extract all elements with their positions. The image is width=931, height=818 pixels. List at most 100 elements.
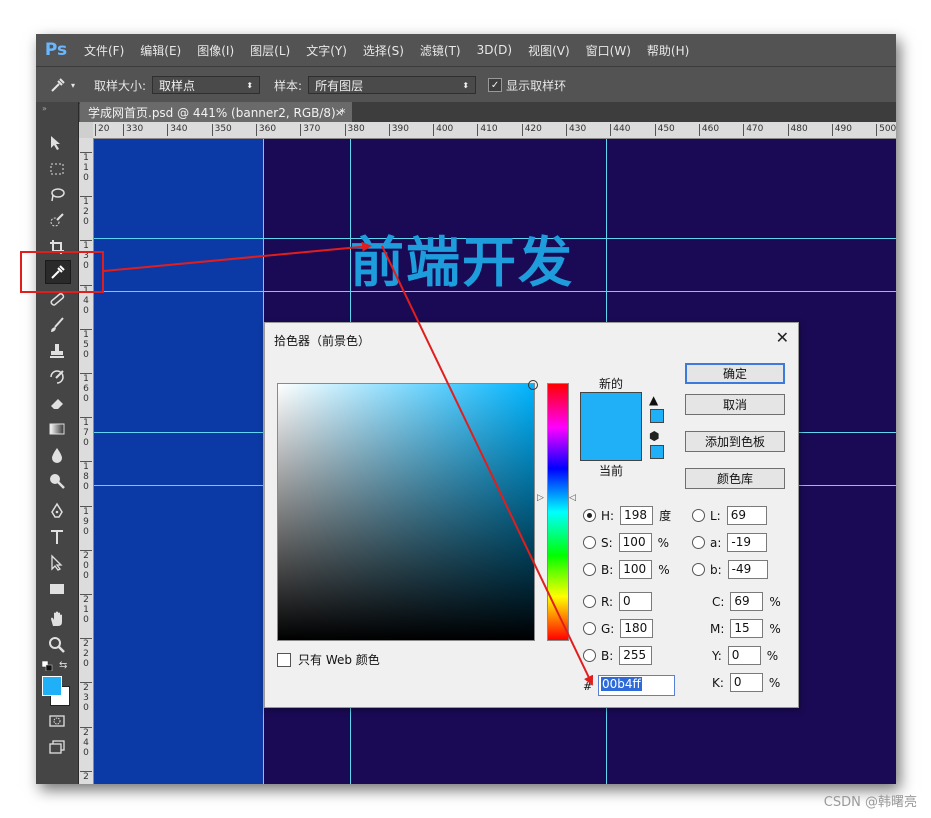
lasso-icon[interactable]	[45, 184, 69, 206]
swap-colors-icon[interactable]: ⇆	[59, 660, 67, 671]
blur-icon[interactable]	[45, 444, 69, 466]
cyan-field[interactable]: 69	[730, 592, 764, 611]
gamut-swatch[interactable]	[650, 409, 664, 423]
color-libraries-button[interactable]: 颜色库	[685, 468, 785, 489]
color-marker[interactable]	[528, 380, 538, 390]
vertical-ruler[interactable]: 1 1 01 2 01 3 01 4 01 5 01 6 01 7 01 8 0…	[79, 138, 94, 784]
add-to-swatches-button[interactable]: 添加到色板	[685, 431, 785, 452]
ruler-tick-label: 430	[566, 124, 586, 136]
yellow-field[interactable]: 0	[727, 646, 761, 665]
sample-size-label: 取样大小:	[94, 78, 147, 93]
menu-file[interactable]: 文件(F)	[76, 42, 132, 59]
checkmark-icon: ✓	[490, 79, 500, 91]
saturation-brightness-field[interactable]	[277, 380, 538, 641]
black-unit: %	[768, 675, 781, 690]
hue-radio[interactable]	[583, 509, 596, 522]
web-only-checkbox[interactable]	[277, 652, 291, 667]
brightness-radio[interactable]	[583, 563, 596, 576]
screen-mode-icon[interactable]	[45, 736, 69, 758]
ruler-tick-label: 390	[388, 124, 409, 136]
pen-icon[interactable]	[45, 500, 69, 522]
lab-b-radio[interactable]	[692, 563, 705, 576]
history-brush-icon[interactable]	[45, 366, 69, 388]
menu-help[interactable]: 帮助(H)	[639, 42, 697, 59]
foreground-color-swatch[interactable]	[42, 676, 62, 696]
cancel-button[interactable]: 取消	[685, 394, 785, 415]
magenta-unit: %	[769, 621, 781, 636]
current-color-swatch[interactable]	[580, 427, 642, 461]
gradient-icon[interactable]	[45, 418, 69, 440]
quick-select-icon[interactable]	[45, 210, 69, 232]
magenta-row: M: 15 %	[710, 619, 781, 638]
clone-stamp-icon[interactable]	[45, 340, 69, 362]
saturation-field[interactable]: 100	[618, 533, 652, 552]
menu-type[interactable]: 文字(Y)	[298, 42, 355, 59]
hex-field[interactable]: 00b4ff	[598, 675, 675, 696]
close-icon[interactable]: ✕	[776, 328, 789, 347]
ruler-corner[interactable]	[79, 122, 93, 138]
brightness-unit: %	[658, 562, 670, 577]
ruler-tick-label: 380	[344, 124, 365, 136]
sample-select[interactable]: 所有图层 ⬍	[308, 76, 477, 94]
brush-icon[interactable]	[45, 314, 69, 336]
black-field[interactable]: 0	[729, 673, 763, 692]
default-colors-icon[interactable]	[41, 660, 54, 672]
lab-l-field[interactable]: 69	[726, 506, 767, 525]
hue-slider[interactable]	[547, 383, 569, 641]
menu-select[interactable]: 选择(S)	[355, 42, 412, 59]
red-radio[interactable]	[583, 595, 596, 608]
ruler-tick-label: 2 1 0	[80, 594, 92, 625]
zoom-icon[interactable]	[45, 634, 69, 656]
ruler-tick-label: 330	[123, 124, 143, 136]
saturation-row: S: 100 %	[583, 533, 669, 552]
menu-image[interactable]: 图像(I)	[189, 42, 242, 59]
menu-layer[interactable]: 图层(L)	[242, 42, 298, 59]
menu-view[interactable]: 视图(V)	[520, 42, 578, 59]
lab-b-field[interactable]: -49	[727, 560, 768, 579]
quick-mask-icon[interactable]	[45, 710, 69, 732]
magenta-field[interactable]: 15	[730, 619, 764, 638]
lab-a-row: a: -19	[692, 533, 768, 552]
green-radio[interactable]	[583, 622, 596, 635]
ruler-tick-label: 360	[255, 124, 276, 136]
hue-slider-arrow-icon[interactable]: ▷	[537, 493, 544, 503]
saturation-radio[interactable]	[583, 536, 596, 549]
hue-field[interactable]: 198	[620, 506, 654, 525]
blue-field[interactable]: 255	[619, 646, 653, 665]
lab-a-radio[interactable]	[692, 536, 705, 549]
brightness-field[interactable]: 100	[619, 560, 653, 579]
green-field[interactable]: 180	[620, 619, 654, 638]
hue-label: H:	[601, 508, 615, 523]
document-tab[interactable]: 学成网首页.psd @ 441% (banner2, RGB/8) * ×	[80, 102, 352, 122]
lab-a-field[interactable]: -19	[727, 533, 768, 552]
menu-edit[interactable]: 编辑(E)	[132, 42, 189, 59]
red-field[interactable]: 0	[619, 592, 653, 611]
menu-3d[interactable]: 3D(D)	[469, 43, 520, 57]
marquee-icon[interactable]	[45, 158, 69, 180]
lab-l-radio[interactable]	[692, 509, 705, 522]
web-only-option[interactable]: 只有 Web 颜色	[277, 651, 380, 668]
ok-button[interactable]: 确定	[685, 363, 785, 384]
hand-icon[interactable]	[45, 608, 69, 630]
path-select-icon[interactable]	[45, 552, 69, 574]
close-tab-icon[interactable]: ×	[335, 106, 344, 119]
sample-size-value: 取样点	[159, 78, 196, 93]
collapse-panel-icon[interactable]: »	[42, 104, 47, 113]
hue-slider-arrow-icon[interactable]: ◁	[569, 493, 576, 503]
green-label: G:	[601, 621, 615, 636]
tool-preset-picker[interactable]: ▾	[36, 76, 88, 94]
web-safe-swatch[interactable]	[650, 445, 664, 459]
type-icon[interactable]	[45, 526, 69, 548]
menu-filter[interactable]: 滤镜(T)	[412, 42, 469, 59]
rectangle-icon[interactable]	[45, 578, 69, 600]
horizontal-ruler[interactable]: 20 330 340 350 360 370 380 390 400 410 420 430 440 45…	[93, 122, 896, 139]
menu-window[interactable]: 窗口(W)	[578, 42, 639, 59]
out-of-gamut-warning-icon: ▲	[649, 393, 659, 407]
blue-radio[interactable]	[583, 649, 596, 662]
eraser-icon[interactable]	[45, 392, 69, 414]
hex-label: #	[583, 680, 593, 693]
show-ring-checkbox[interactable]: ✓	[488, 78, 503, 92]
move-icon[interactable]	[45, 132, 69, 154]
sample-size-select[interactable]: 取样点 ⬍	[152, 76, 261, 94]
dodge-icon[interactable]	[45, 470, 69, 492]
